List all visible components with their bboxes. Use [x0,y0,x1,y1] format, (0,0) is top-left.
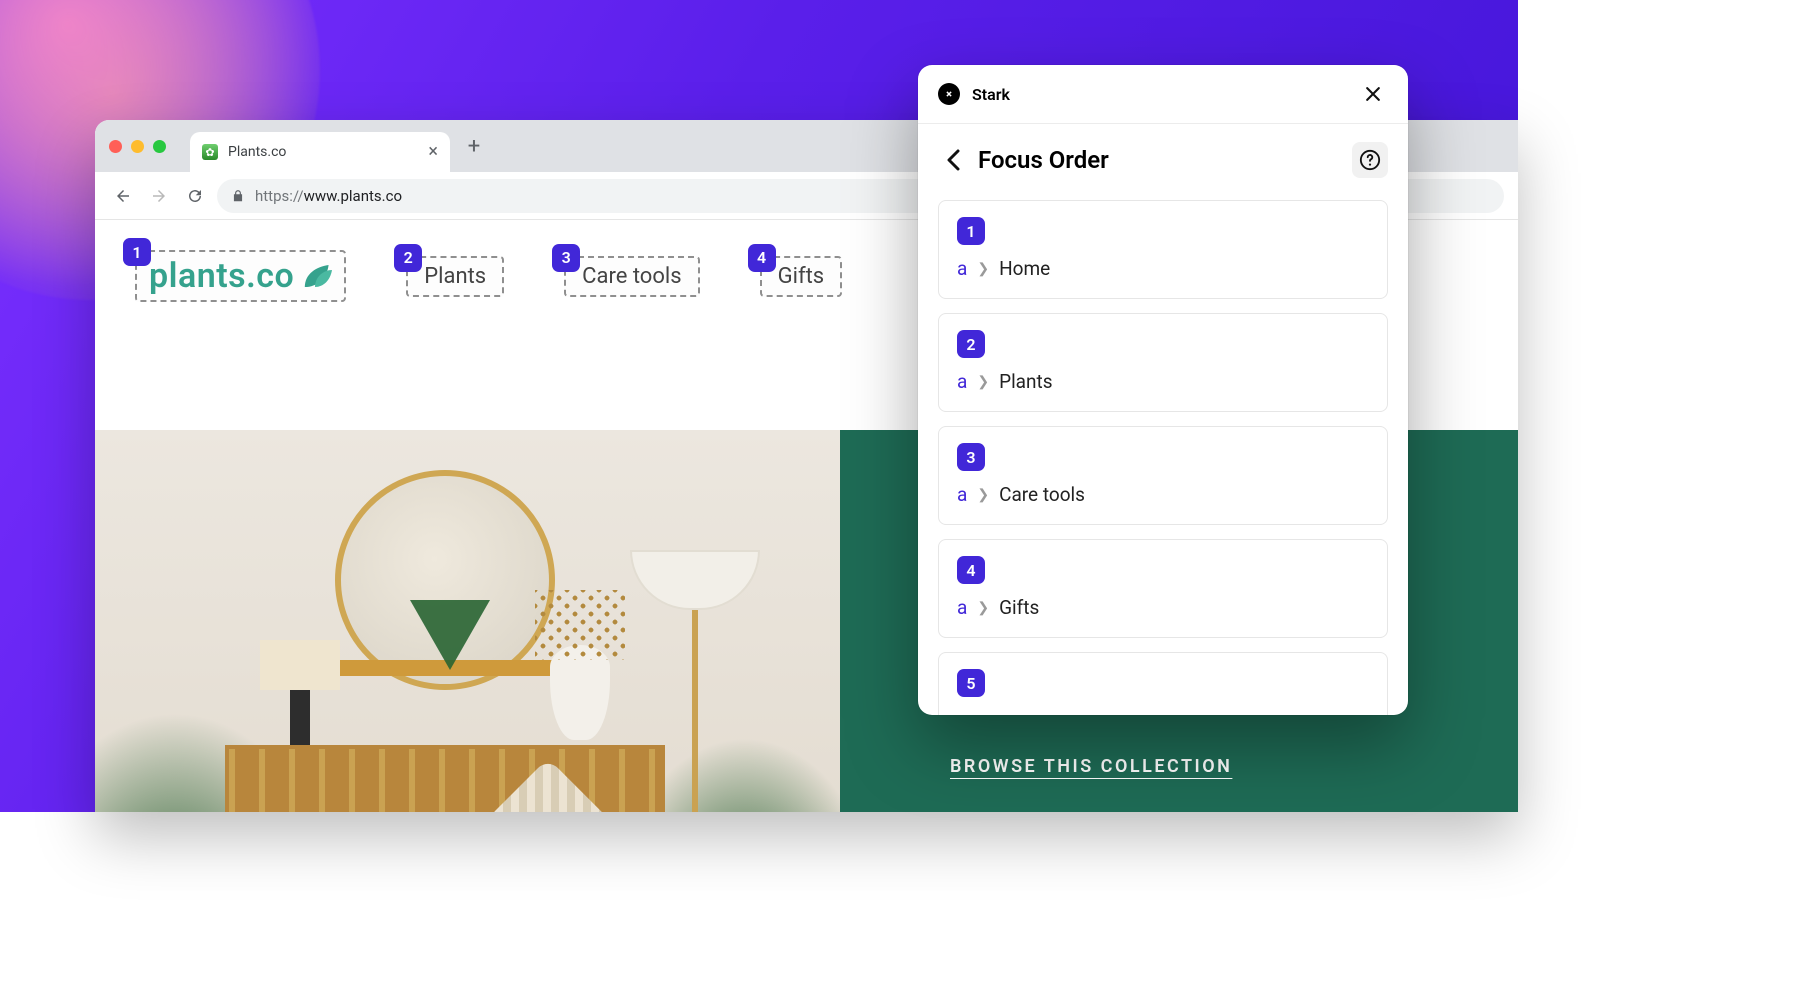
forward-button[interactable] [145,182,173,210]
minimize-window-button[interactable] [131,140,144,153]
lock-icon [231,189,245,203]
hero-image [95,430,840,812]
browser-tab[interactable]: ✿ Plants.co × [190,132,450,172]
focus-badge: 1 [123,238,151,266]
nav-care-tools[interactable]: 3 Care tools [564,256,699,297]
order-badge: 1 [957,217,985,245]
order-badge: 2 [957,330,985,358]
element-path: a ❯ Care tools [957,483,1369,506]
stark-name: Stark [972,85,1010,104]
arrow-right-icon [150,187,168,205]
close-tab-button[interactable]: × [428,143,438,161]
new-tab-button[interactable]: + [460,132,488,160]
chevron-left-icon [946,149,960,171]
stark-panel: Stark Focus Order 1 a ❯ Home 2 a ❯ [918,65,1408,715]
focus-order-item[interactable]: 3 a ❯ Care tools [938,426,1388,525]
close-icon [1363,84,1383,104]
focus-badge: 4 [748,244,776,272]
chevron-right-icon: ❯ [977,261,989,277]
focus-badge: 3 [552,244,580,272]
close-panel-button[interactable] [1358,79,1388,109]
order-badge: 5 [957,669,985,697]
zoom-window-button[interactable] [153,140,166,153]
chevron-right-icon: ❯ [977,374,989,390]
leaf-icon [298,261,332,291]
reload-icon [186,187,204,205]
browse-collection-link[interactable]: BROWSE THIS COLLECTION [950,756,1232,777]
arrow-left-icon [114,187,132,205]
help-icon [1359,149,1381,171]
stark-logo-icon [938,83,960,105]
chevron-right-icon: ❯ [977,600,989,616]
focus-order-list: 1 a ❯ Home 2 a ❯ Plants 3 a ❯ Care tools [918,200,1408,715]
focus-order-item[interactable]: 5 [938,652,1388,715]
nav-label: Plants [424,264,486,289]
back-button[interactable] [109,182,137,210]
stark-header: Stark [918,65,1408,124]
focus-order-item[interactable]: 4 a ❯ Gifts [938,539,1388,638]
nav-gifts[interactable]: 4 Gifts [760,256,843,297]
window-controls [109,140,166,153]
nav-logo[interactable]: 1 plants.co [135,250,346,302]
order-badge: 3 [957,443,985,471]
favicon-icon: ✿ [202,144,218,160]
chevron-right-icon: ❯ [977,487,989,503]
help-button[interactable] [1352,142,1388,178]
close-window-button[interactable] [109,140,122,153]
focus-order-item[interactable]: 1 a ❯ Home [938,200,1388,299]
panel-title: Focus Order [978,146,1109,174]
nav-plants[interactable]: 2 Plants [406,256,504,297]
element-path: a ❯ Home [957,257,1369,280]
reload-button[interactable] [181,182,209,210]
focus-badge: 2 [394,244,422,272]
nav-label: Care tools [582,264,681,289]
stark-subheader: Focus Order [918,124,1408,200]
element-path: a ❯ Gifts [957,596,1369,619]
logo-text: plants.co [149,256,332,296]
url-text: https://www.plants.co [255,187,402,205]
order-badge: 4 [957,556,985,584]
nav-label: Gifts [778,264,825,289]
element-path: a ❯ Plants [957,370,1369,393]
tab-title: Plants.co [228,144,286,160]
back-button[interactable] [938,145,968,175]
focus-order-item[interactable]: 2 a ❯ Plants [938,313,1388,412]
